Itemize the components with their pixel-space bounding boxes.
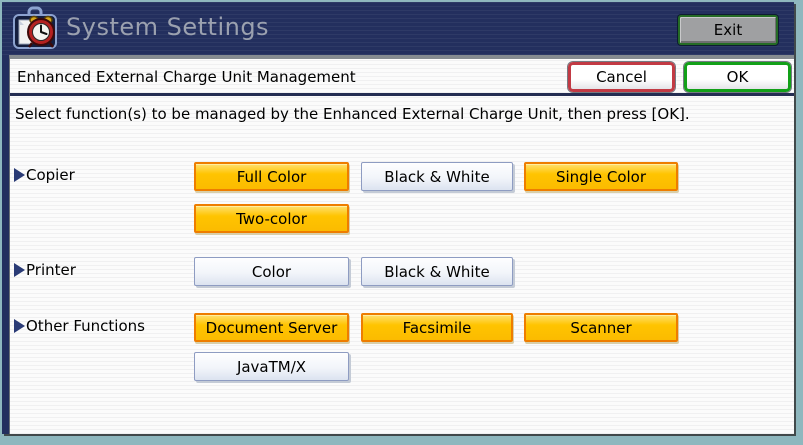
touch-screen: System Settings Exit Enhanced External C… bbox=[0, 0, 803, 445]
page-title: System Settings bbox=[66, 13, 270, 41]
panel-title: Enhanced External Charge Unit Management bbox=[17, 68, 356, 86]
toggle-javatm-x[interactable]: JavaTM/X bbox=[194, 352, 349, 381]
other-functions-button-row-2: JavaTM/X bbox=[10, 352, 794, 381]
title-bar: System Settings Exit bbox=[2, 2, 794, 55]
copier-button-row-2: Two-color bbox=[10, 204, 794, 233]
cancel-button[interactable]: Cancel bbox=[568, 62, 675, 92]
printer-button-row: Color Black & White bbox=[10, 257, 794, 286]
toggle-printer-black-white[interactable]: Black & White bbox=[361, 257, 513, 286]
exit-button[interactable]: Exit bbox=[678, 15, 778, 45]
panel-header: Enhanced External Charge Unit Management… bbox=[10, 59, 794, 96]
toggle-copier-full-color[interactable]: Full Color bbox=[194, 162, 349, 191]
other-functions-button-row-1: Document Server Facsimile Scanner bbox=[10, 313, 794, 342]
toggle-scanner[interactable]: Scanner bbox=[524, 313, 678, 342]
ok-button[interactable]: OK bbox=[684, 62, 791, 92]
toggle-printer-color[interactable]: Color bbox=[194, 257, 349, 286]
toggle-copier-single-color[interactable]: Single Color bbox=[524, 162, 678, 191]
toggle-copier-two-color[interactable]: Two-color bbox=[194, 204, 349, 233]
instruction-text: Select function(s) to be managed by the … bbox=[15, 105, 690, 123]
toggle-document-server[interactable]: Document Server bbox=[194, 313, 349, 342]
toggle-copier-black-white[interactable]: Black & White bbox=[361, 162, 513, 191]
screen-inner: System Settings Exit Enhanced External C… bbox=[2, 2, 794, 434]
toggle-facsimile[interactable]: Facsimile bbox=[361, 313, 513, 342]
system-settings-clock-toolbox-icon bbox=[10, 5, 60, 56]
settings-panel: Enhanced External Charge Unit Management… bbox=[9, 55, 794, 434]
copier-button-row-1: Full Color Black & White Single Color bbox=[10, 162, 794, 191]
panel-content: Select function(s) to be managed by the … bbox=[10, 96, 794, 434]
